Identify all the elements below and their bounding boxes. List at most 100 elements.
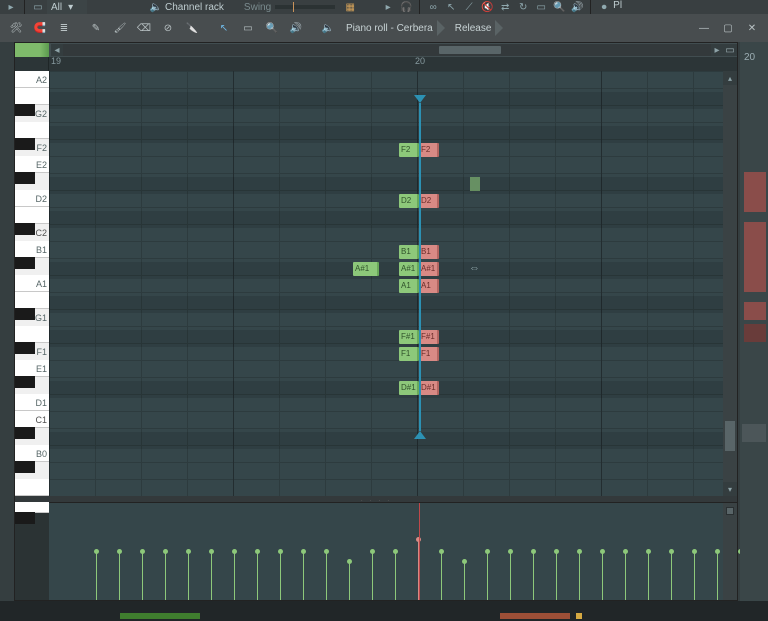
note[interactable]: F#1	[419, 330, 439, 344]
crumb-release[interactable]: Release	[455, 23, 492, 34]
note[interactable]: F2	[419, 143, 439, 157]
note[interactable]: D#1	[419, 381, 439, 395]
paint-icon[interactable]: 🖌	[111, 19, 129, 37]
velocity-stem[interactable]	[441, 552, 442, 600]
piano-keys[interactable]: A2G2F2E2D2C2B1A1G1F1E1D1C1B0	[15, 71, 49, 496]
erase-icon[interactable]: ⌫	[135, 19, 153, 37]
hscroll-right[interactable]: ▸	[711, 44, 723, 56]
note[interactable]: F2	[399, 143, 419, 157]
note-color-picker[interactable]	[15, 43, 49, 57]
velocity-stem[interactable]	[211, 552, 212, 600]
playhead[interactable]	[419, 103, 421, 431]
velocity-stem[interactable]	[625, 552, 626, 600]
slice-icon[interactable]: 🔪	[183, 19, 201, 37]
close-icon[interactable]: ✕	[743, 19, 761, 37]
velocity-options[interactable]	[723, 503, 737, 600]
velocity-stem[interactable]	[487, 552, 488, 600]
velocity-stem[interactable]	[280, 552, 281, 600]
velocity-stem[interactable]	[326, 552, 327, 600]
cursor-icon[interactable]: ↖	[444, 0, 458, 14]
volume-icon[interactable]: 🔊	[570, 0, 584, 14]
time-ruler[interactable]: 19 20	[49, 57, 737, 71]
velocity-stem[interactable]	[602, 552, 603, 600]
velocity-editor[interactable]	[49, 503, 723, 600]
velocity-stem[interactable]	[119, 552, 120, 600]
velocity-stem[interactable]	[188, 552, 189, 600]
velocity-stem[interactable]	[510, 552, 511, 600]
pattern-selector[interactable]: All▾	[47, 0, 87, 14]
transport-play-icon[interactable]: ▸	[381, 0, 395, 14]
velocity-stem[interactable]	[303, 552, 304, 600]
right-overview-panel[interactable]: 20	[740, 42, 768, 601]
hscroll-track[interactable]	[63, 44, 711, 56]
menu-icon[interactable]: ≣	[55, 19, 73, 37]
mute-icon[interactable]: 🔇	[480, 0, 494, 14]
note[interactable]: A1	[419, 279, 439, 293]
move-handle-icon[interactable]: ⇔	[469, 262, 480, 274]
velocity-stem[interactable]	[96, 552, 97, 600]
loop-icon[interactable]: ↻	[516, 0, 530, 14]
wrench-icon[interactable]: 🛠	[7, 19, 25, 37]
hzoom[interactable]: ▭	[723, 44, 737, 56]
hscroll-thumb[interactable]	[439, 46, 501, 54]
vscroll-down[interactable]: ▾	[723, 482, 737, 496]
topbar-right-label: Pl	[613, 0, 622, 14]
note[interactable]: A1	[399, 279, 419, 293]
velocity-stem[interactable]	[556, 552, 557, 600]
note[interactable]: D2	[419, 194, 439, 208]
velocity-stem[interactable]	[717, 552, 718, 600]
select-tool-icon[interactable]: ↖	[215, 19, 233, 37]
velocity-stem[interactable]	[464, 562, 465, 600]
note[interactable]: F#1	[399, 330, 419, 344]
marquee-icon[interactable]: ▭	[534, 0, 548, 14]
headphone-icon[interactable]: 🎧	[399, 0, 413, 14]
note[interactable]: F1	[399, 347, 419, 361]
velocity-stem[interactable]	[257, 552, 258, 600]
cut-icon[interactable]: ⟋	[462, 0, 476, 14]
vscroll-thumb[interactable]	[725, 421, 735, 451]
zoom-tool-icon[interactable]: 🔍	[263, 19, 281, 37]
note[interactable]: D#1	[399, 381, 419, 395]
note[interactable]: F1	[419, 347, 439, 361]
grid-icon[interactable]: ▦	[343, 0, 357, 14]
note[interactable]: A#1	[399, 262, 419, 276]
velocity-stem[interactable]	[648, 552, 649, 600]
note[interactable]: B1	[399, 245, 419, 259]
velocity-stem[interactable]	[579, 552, 580, 600]
note[interactable]: D2	[399, 194, 419, 208]
magnet-icon[interactable]: 🧲	[31, 19, 49, 37]
mute-tool-icon[interactable]: ⊘	[159, 19, 177, 37]
draw-icon[interactable]: ✎	[87, 19, 105, 37]
arrows-icon[interactable]: ⇄	[498, 0, 512, 14]
note-grid[interactable]: F2F2D2D2B1B1A#1A#1A#1A1A1F#1F#1F1F1D#1D#…	[49, 71, 723, 496]
velocity-stem[interactable]	[671, 552, 672, 600]
velocity-stem[interactable]	[349, 562, 350, 600]
velocity-stem[interactable]	[165, 552, 166, 600]
minimize-icon[interactable]: —	[695, 19, 713, 37]
velocity-stem[interactable]	[372, 552, 373, 600]
link-icon[interactable]: ∞	[426, 0, 440, 14]
marquee-tool-icon[interactable]: ▭	[239, 19, 257, 37]
velocity-stem[interactable]	[234, 552, 235, 600]
vscroll-track[interactable]	[723, 85, 737, 482]
vscroll-up[interactable]: ▴	[723, 71, 737, 85]
key-label: G1	[35, 313, 47, 323]
velocity-stem[interactable]	[395, 552, 396, 600]
note[interactable]: A#1	[419, 262, 439, 276]
window-icon[interactable]: ▭	[31, 0, 45, 14]
zoom-icon[interactable]: 🔍	[552, 0, 566, 14]
swing-slider[interactable]	[275, 5, 335, 9]
maximize-icon[interactable]: ▢	[719, 19, 737, 37]
hscroll-left[interactable]: ◂	[51, 44, 63, 56]
crumb-arrow-icon	[495, 20, 503, 36]
velocity-stem[interactable]	[533, 552, 534, 600]
playback-tool-icon[interactable]: 🔊	[287, 19, 305, 37]
channel-rack-label[interactable]: Channel rack	[165, 2, 224, 13]
velocity-stem[interactable]	[142, 552, 143, 600]
velocity-stem[interactable]	[694, 552, 695, 600]
note[interactable]: A#1	[353, 262, 379, 276]
note[interactable]: B1	[419, 245, 439, 259]
play-icon[interactable]: ▸	[4, 0, 18, 14]
record-icon[interactable]: ⏺	[597, 0, 611, 14]
key-label: F2	[36, 143, 47, 153]
